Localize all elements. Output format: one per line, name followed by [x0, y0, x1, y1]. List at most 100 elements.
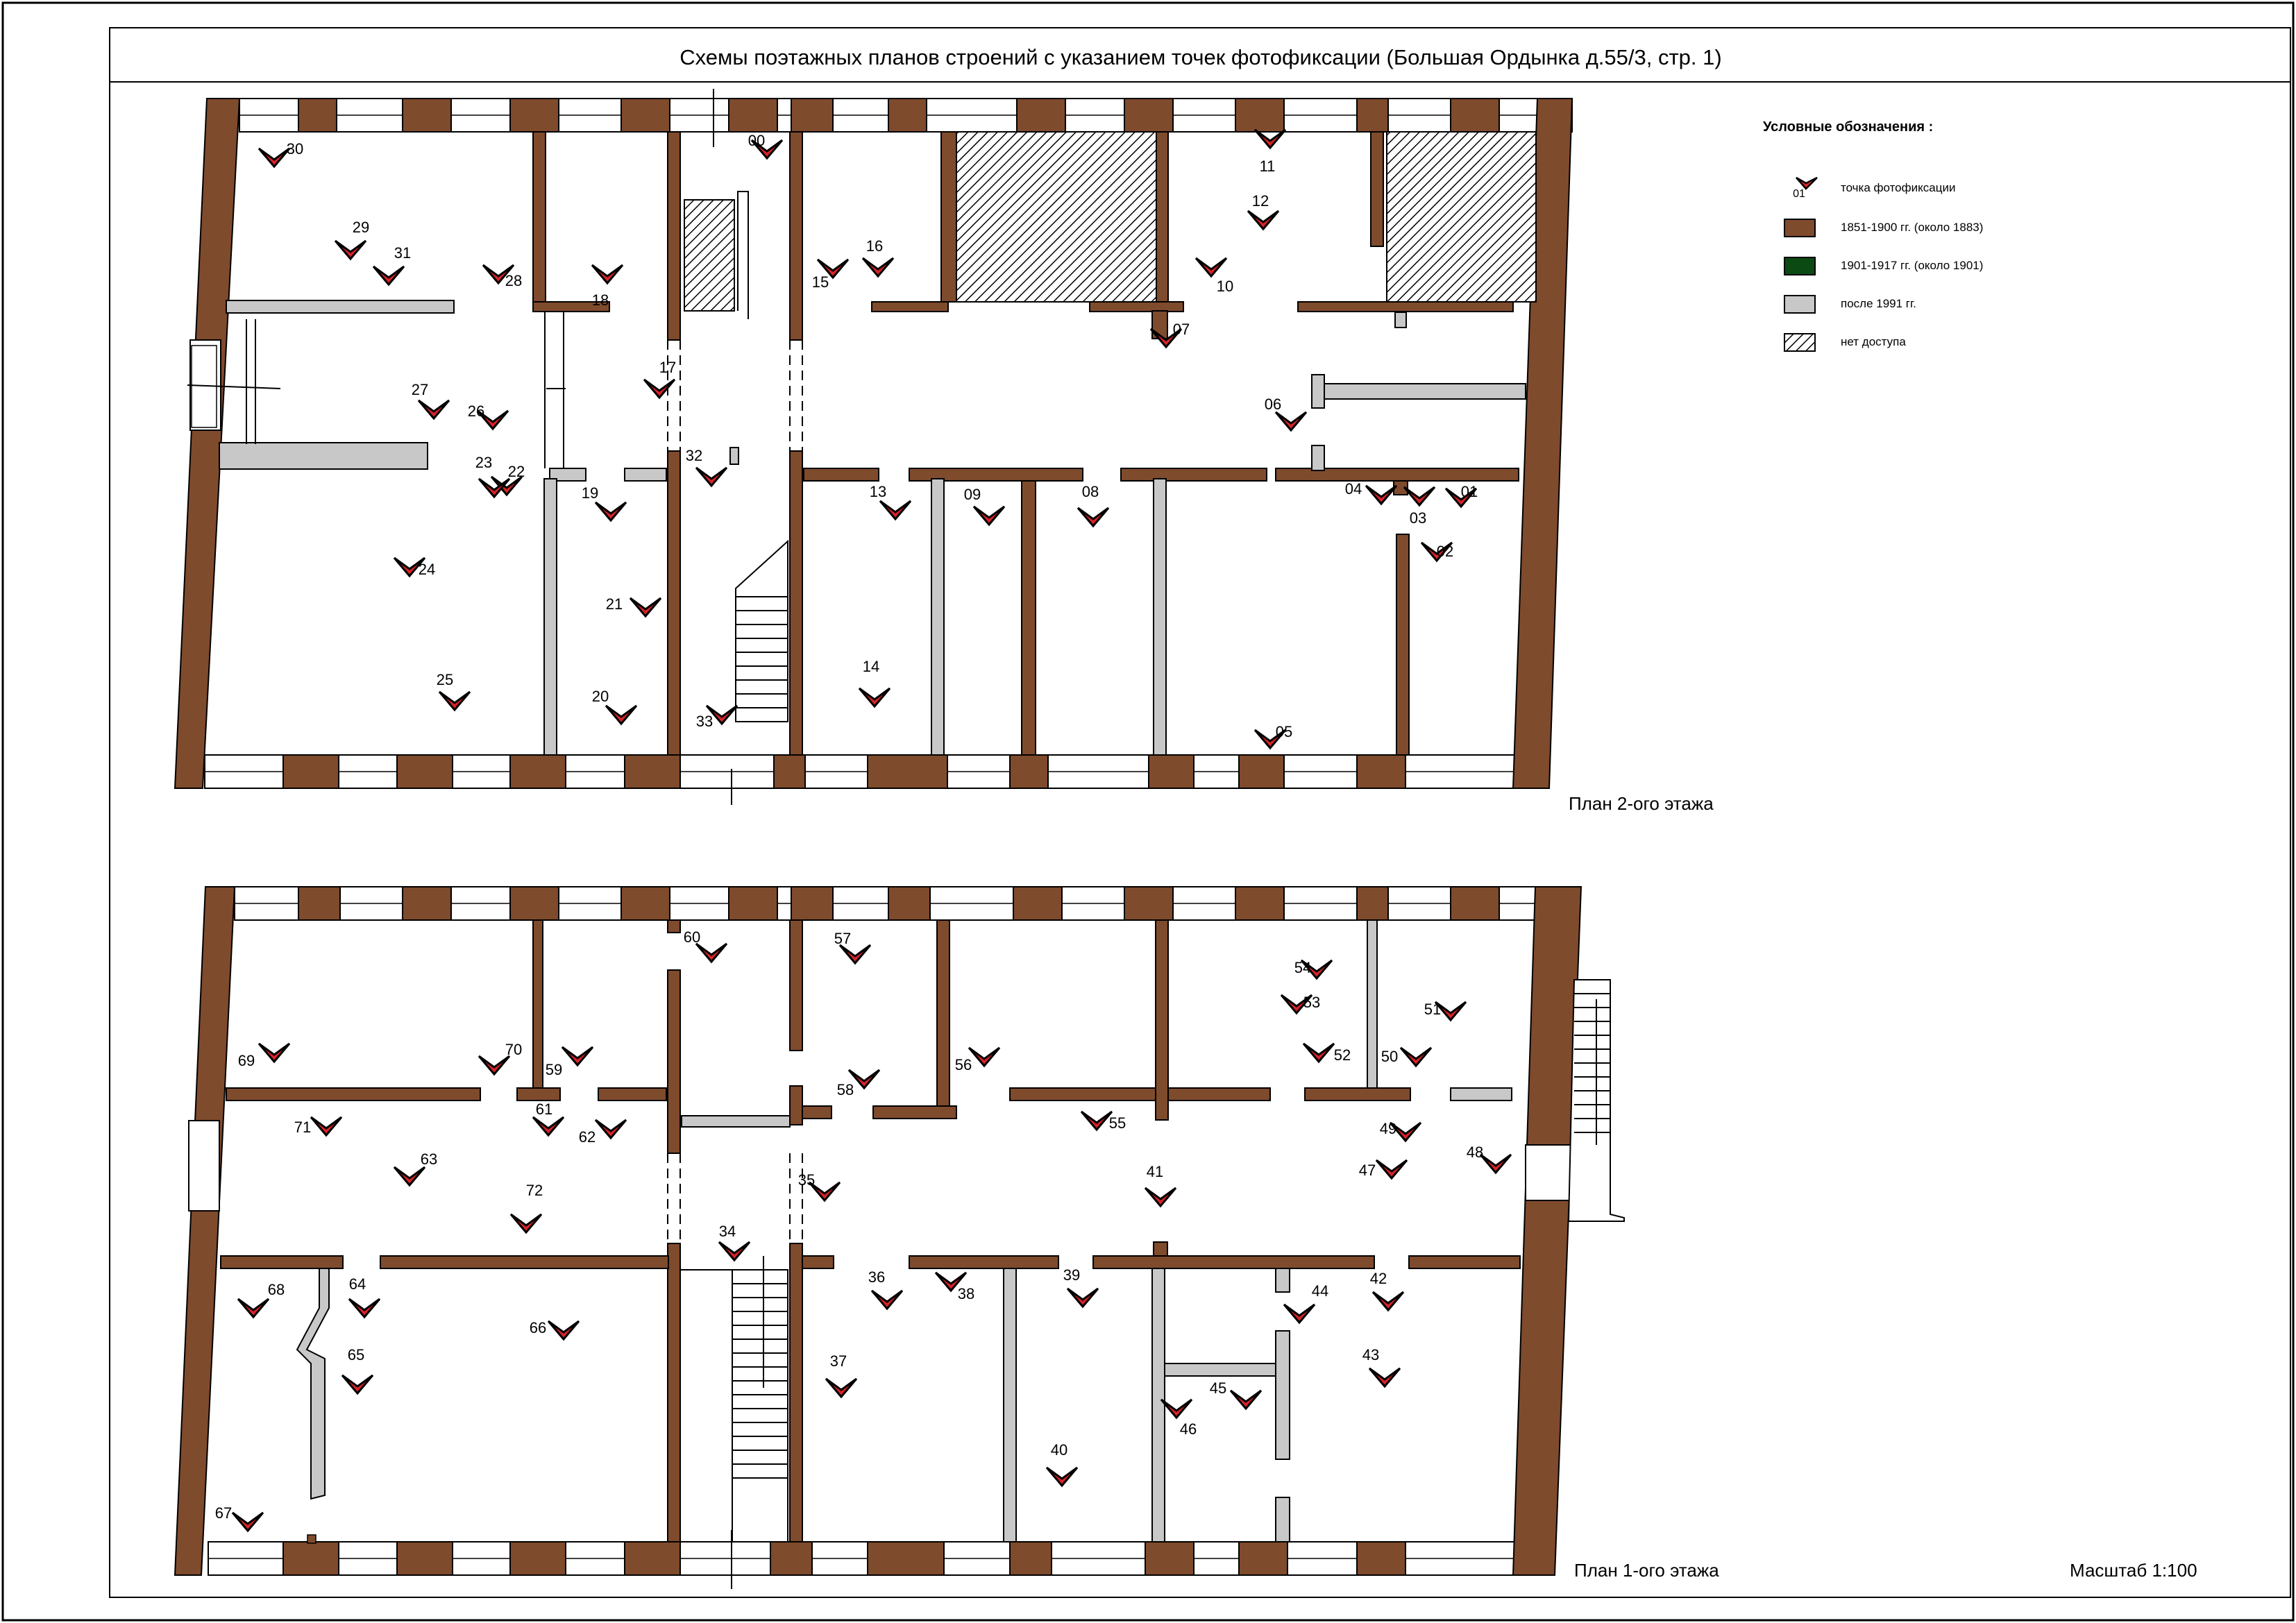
photo-point-marker: 59: [546, 1046, 594, 1078]
photo-point-number: 15: [812, 273, 829, 291]
photo-point-marker: 26: [468, 402, 509, 431]
photo-point-marker: 15: [812, 258, 850, 291]
photo-point-number: 45: [1210, 1379, 1226, 1397]
photo-point-marker: 70: [478, 1041, 522, 1076]
photo-point-marker: 24: [393, 556, 435, 578]
photo-point-marker: 63: [393, 1150, 437, 1187]
photo-point-marker: 41: [1144, 1163, 1177, 1208]
photo-point-number: 49: [1380, 1120, 1396, 1137]
photo-point-marker: 35: [798, 1171, 841, 1203]
photo-point-number: 58: [837, 1081, 854, 1098]
photo-point-number: 16: [866, 237, 883, 255]
photo-point-marker: 53: [1280, 994, 1320, 1015]
floor2-no-access-3: [684, 199, 735, 312]
floor-plans-drawing: 00 01 02 03 04 05 06 07 08 09 10 11 12 13 14 15 16 17 18 19…: [1, 1, 2295, 1622]
photo-point-number: 28: [505, 272, 522, 289]
photo-point-number: 47: [1359, 1162, 1376, 1179]
floor1-left-wall: [174, 886, 236, 1576]
photo-point-marker: 30: [258, 140, 303, 169]
photo-point-number: 13: [870, 483, 886, 500]
legend-label: точка фотофиксации: [1841, 181, 1956, 194]
photo-point-number: 20: [592, 688, 609, 705]
legend-swatch-green: [1784, 256, 1816, 275]
photo-point-number: 55: [1109, 1114, 1126, 1132]
photo-point-marker: 19: [582, 484, 627, 522]
photo-point-marker: 03: [1403, 486, 1436, 527]
photo-point-number: 25: [437, 671, 453, 688]
floor1-plan-label: План 1-ого этажа: [1574, 1560, 1719, 1581]
sheet-title: Схемы поэтажных планов строений с указан…: [679, 45, 1722, 69]
photo-point-marker: 60: [684, 928, 728, 964]
photo-point-number: 19: [582, 484, 598, 502]
photo-point-marker: 69: [238, 1042, 291, 1069]
photo-point-marker: 27: [412, 381, 450, 420]
photo-point-marker: 37: [825, 1352, 858, 1399]
photo-point-number: 36: [868, 1268, 885, 1286]
photo-point-number: 05: [1276, 723, 1292, 740]
photo-point-marker: 51: [1424, 1001, 1467, 1022]
legend-label: нет доступа: [1841, 335, 1906, 348]
photo-point-marker: 71: [294, 1116, 343, 1137]
photo-point-marker: 31: [372, 244, 411, 287]
photo-point-marker: 66: [530, 1319, 580, 1341]
photo-point-number: 09: [964, 486, 981, 503]
photo-point-number: 41: [1147, 1163, 1163, 1180]
photo-point-marker: 02: [1420, 541, 1453, 563]
legend-title: Условные обозначения :: [1763, 119, 1934, 135]
floor1-plan: [174, 886, 1625, 1589]
floor1-right-wall: [1512, 886, 1582, 1576]
photo-point-number: 30: [287, 140, 303, 158]
photo-point-marker: 65: [341, 1346, 374, 1395]
photo-point-marker: 18: [591, 264, 624, 309]
legend-label: 1851-1900 гг. (около 1883): [1841, 221, 1984, 234]
floor1-new-walls: [296, 919, 1512, 1543]
photo-point-number: 27: [412, 381, 428, 398]
floor2-new-walls: [219, 300, 1526, 756]
photo-point-marker: 05: [1253, 723, 1292, 750]
floor1-right-door: [1525, 1144, 1572, 1201]
legend-swatch-hatch: [1784, 332, 1816, 352]
photo-point-number: 33: [696, 713, 713, 730]
photo-point-marker: 12: [1247, 192, 1280, 231]
photo-point-marker: 40: [1045, 1441, 1079, 1488]
photo-point-number: 18: [592, 291, 609, 309]
photo-point-marker: 34: [718, 1223, 751, 1262]
legend-item-after-1991: после 1991 гг.: [1784, 292, 1916, 316]
scale-label: Масштаб 1:100: [2070, 1560, 2197, 1581]
floor2-plan-label: План 2-ого этажа: [1569, 793, 1714, 814]
photo-point-number: 01: [1461, 483, 1478, 500]
photo-point-marker: 13: [870, 483, 912, 521]
photo-point-number: 10: [1217, 278, 1233, 295]
photo-point-number: 31: [394, 244, 411, 262]
photo-point-number: 03: [1410, 509, 1426, 527]
photo-point-marker: 16: [861, 237, 895, 278]
photo-point-markers: 00 01 02 03 04 05 06 07 08 09 10 11 12 13 14 15 16 17 18 19…: [215, 128, 1512, 1533]
photo-point-marker: 01: [1444, 483, 1478, 509]
photo-point-marker: 32: [686, 447, 728, 488]
drawing-sheet: 00 01 02 03 04 05 06 07 08 09 10 11 12 13 14 15 16 17 18 19…: [0, 0, 2296, 1623]
photo-point-number: 63: [421, 1150, 437, 1168]
photo-point-number: 46: [1180, 1420, 1197, 1438]
photo-point-number: 11: [1260, 158, 1276, 175]
photo-point-number: 08: [1082, 483, 1099, 500]
photo-point-marker: 68: [237, 1281, 285, 1319]
photo-point-number: 23: [475, 454, 492, 471]
photo-point-number: 59: [546, 1061, 562, 1078]
photo-point-marker: 04: [1345, 480, 1398, 506]
photo-point-marker: 64: [348, 1275, 381, 1319]
photo-point-number: 70: [505, 1041, 522, 1058]
photo-point-marker: 46: [1160, 1398, 1197, 1438]
legend-label: после 1991 гг.: [1841, 297, 1916, 310]
photo-point-number: 22: [508, 463, 525, 480]
photo-point-number: 64: [349, 1275, 366, 1293]
photo-point-number: 02: [1437, 543, 1453, 560]
photo-point-number: 42: [1370, 1270, 1387, 1287]
legend-swatch-grey: [1784, 294, 1816, 314]
photo-point-number: 44: [1312, 1282, 1328, 1300]
photo-point-number: 32: [686, 447, 702, 464]
photo-point-marker: 47: [1359, 1159, 1408, 1180]
photo-point-marker: 25: [437, 671, 471, 712]
photo-point-marker: 57: [834, 930, 872, 965]
photo-point-number: 37: [830, 1352, 847, 1370]
photo-point-number: 35: [798, 1171, 815, 1189]
